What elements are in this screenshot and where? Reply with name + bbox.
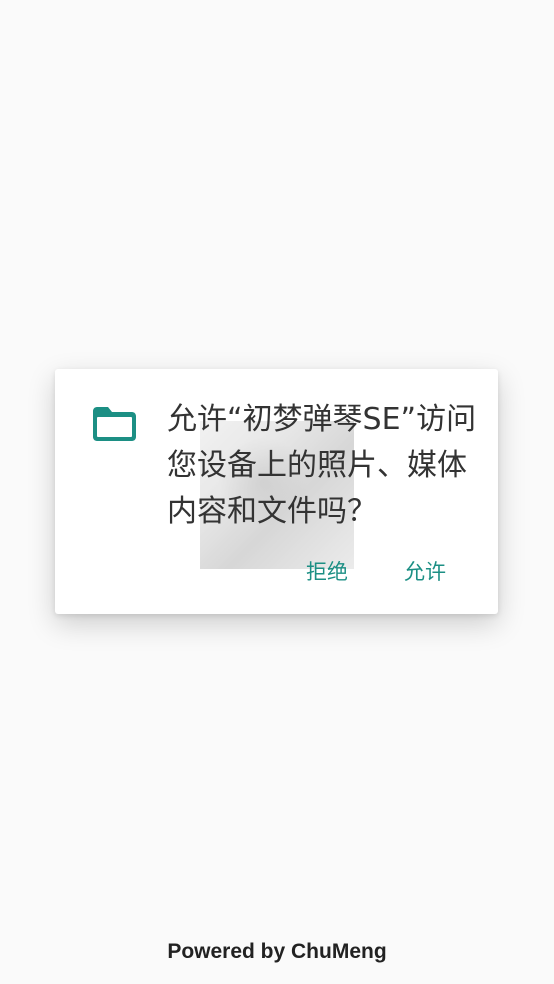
- allow-button[interactable]: 允许: [404, 558, 446, 586]
- app-screen: 允许“初梦弹琴SE”访问您设备上的照片、媒体内容和文件吗？ 拒绝 允许 Powe…: [0, 0, 554, 984]
- powered-by-footer: Powered by ChuMeng: [167, 940, 387, 963]
- dialog-message: 允许“初梦弹琴SE”访问您设备上的照片、媒体内容和文件吗？: [167, 402, 477, 529]
- dialog-actions: 拒绝 允许: [306, 558, 446, 586]
- deny-button[interactable]: 拒绝: [306, 558, 348, 586]
- permission-dialog: 允许“初梦弹琴SE”访问您设备上的照片、媒体内容和文件吗？ 拒绝 允许: [55, 369, 498, 614]
- folder-icon: [91, 405, 138, 443]
